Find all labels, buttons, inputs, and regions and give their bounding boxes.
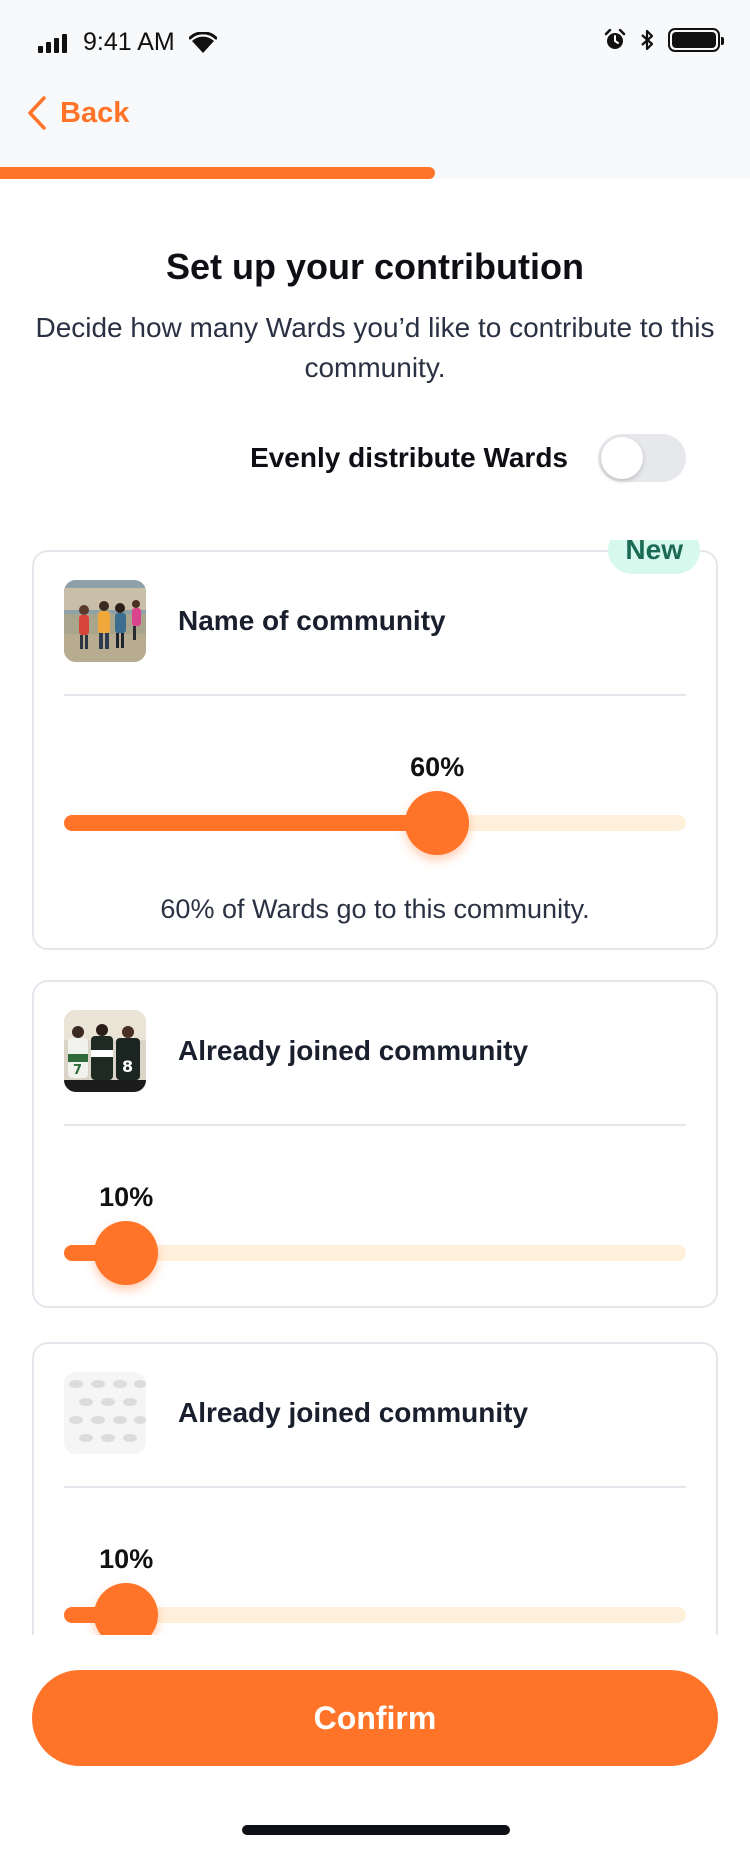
community-avatar: 8 7 bbox=[64, 1010, 146, 1092]
battery-icon bbox=[668, 28, 724, 52]
status-time: 9:41 AM bbox=[83, 28, 175, 56]
new-badge: New bbox=[608, 540, 700, 574]
card-divider bbox=[64, 1124, 686, 1126]
chevron-left-icon bbox=[28, 96, 46, 130]
alarm-icon bbox=[604, 29, 626, 49]
bluetooth-icon bbox=[641, 29, 654, 51]
contribution-description: 60% of Wards go to this community. bbox=[160, 894, 590, 924]
evenly-distribute-toggle[interactable] bbox=[598, 434, 686, 482]
slider-percent-label: 60% bbox=[410, 752, 465, 782]
community-name: Already joined community bbox=[178, 1035, 529, 1066]
contribution-slider[interactable]: 10% bbox=[64, 1182, 686, 1285]
community-card: New Name of community 60% 60% of Wards g… bbox=[32, 540, 718, 950]
community-name: Already joined community bbox=[178, 1397, 529, 1428]
navigation-bar: Back bbox=[0, 88, 750, 179]
card-divider bbox=[64, 1486, 686, 1488]
slider-thumb[interactable] bbox=[94, 1221, 159, 1285]
contribution-slider[interactable]: 60% bbox=[64, 752, 686, 855]
community-avatar bbox=[64, 1372, 146, 1454]
card-divider bbox=[64, 694, 686, 696]
back-button[interactable]: Back bbox=[28, 88, 129, 138]
football-team-photo: 8 7 bbox=[64, 1010, 146, 1092]
evenly-distribute-row: Evenly distribute Wards bbox=[250, 434, 686, 482]
page-title: Set up your contribution bbox=[166, 246, 584, 287]
community-name: Name of community bbox=[178, 605, 446, 636]
toggle-knob bbox=[601, 437, 643, 479]
confirm-button[interactable]: Confirm bbox=[32, 1670, 718, 1766]
community-card: 8 7 Already joined community 10% bbox=[32, 980, 718, 1308]
status-bar: 9:41 AM bbox=[0, 0, 750, 88]
slider-fill bbox=[64, 815, 438, 831]
step-progress-fill bbox=[0, 167, 435, 179]
wifi-icon bbox=[188, 31, 217, 53]
back-label: Back bbox=[60, 96, 130, 129]
cellular-signal-icon bbox=[38, 33, 67, 53]
svg-text:8: 8 bbox=[122, 1057, 133, 1076]
community-avatar bbox=[64, 580, 146, 662]
svg-text:7: 7 bbox=[73, 1063, 82, 1078]
community-list[interactable]: New Name of community 60% 60% of Wards g… bbox=[0, 540, 750, 1635]
page-subtitle: Decide how many Wards you’d like to cont… bbox=[35, 312, 715, 383]
pattern-placeholder bbox=[64, 1372, 146, 1454]
students-walking-photo bbox=[64, 580, 146, 662]
step-progress-bar bbox=[0, 167, 750, 179]
evenly-distribute-label: Evenly distribute Wards bbox=[250, 442, 568, 473]
contribution-slider[interactable]: 10% bbox=[64, 1544, 686, 1635]
slider-thumb[interactable] bbox=[94, 1583, 159, 1635]
slider-percent-label: 10% bbox=[99, 1182, 154, 1212]
slider-percent-label: 10% bbox=[99, 1544, 154, 1574]
community-card: Already joined community 10% bbox=[32, 1342, 718, 1635]
slider-thumb[interactable] bbox=[405, 791, 470, 855]
home-indicator bbox=[242, 1825, 510, 1835]
